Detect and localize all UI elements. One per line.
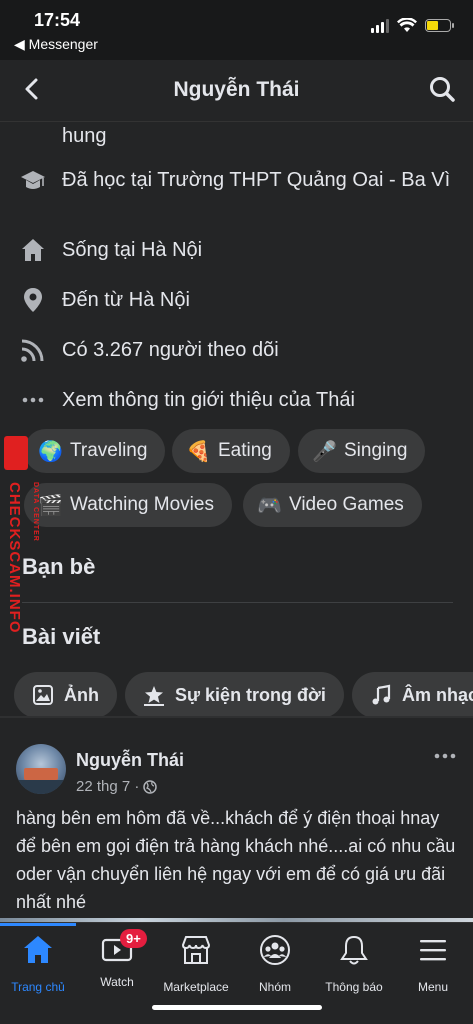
tab-label: Nhóm	[258, 980, 291, 994]
tab-menu[interactable]: Menu	[388, 933, 473, 1003]
active-tab-indicator	[0, 923, 76, 926]
hobby-label: Video Games	[289, 494, 404, 515]
home-icon	[22, 239, 44, 261]
filter-music-button[interactable]: Âm nhạc	[352, 672, 473, 718]
post-meta: 22 thg 7 ·	[76, 778, 158, 795]
section-divider	[22, 602, 453, 603]
watch-notification-badge: 9+	[120, 929, 147, 948]
hobby-chip-eating[interactable]: 🍕 Eating	[172, 429, 290, 473]
filter-photos-button[interactable]: Ảnh	[14, 672, 117, 718]
friends-section-title[interactable]: Bạn bè	[22, 554, 95, 580]
tab-watch[interactable]: 9+ Watch	[72, 929, 162, 1003]
movie-camera-icon: 🎬	[38, 494, 63, 517]
tab-groups[interactable]: Nhóm	[230, 933, 320, 1003]
graduation-cap-icon	[21, 171, 45, 189]
tab-label: Trang chủ	[11, 980, 65, 994]
hobby-label: Traveling	[70, 440, 148, 461]
intro-from-text: Đến từ Hà Nội	[62, 286, 453, 314]
intro-followers-text: Có 3.267 người theo dõi	[62, 339, 279, 361]
location-pin-icon	[24, 288, 42, 312]
wifi-icon	[397, 18, 417, 32]
watermark: CHECKSCAM.INFO DATA CENTER	[2, 436, 39, 666]
hobby-label: Singing	[344, 440, 408, 461]
education-place[interactable]: Trường THPT Quảng Oai - Ba Vì	[157, 169, 450, 191]
from-place[interactable]: Hà Nội	[129, 289, 190, 311]
tab-label: Menu	[417, 980, 449, 994]
marketplace-store-icon	[181, 936, 211, 964]
page-title: Nguyễn Thái	[173, 78, 300, 101]
tab-home[interactable]: Trang chủ	[0, 933, 83, 1003]
lock-icon	[4, 436, 28, 470]
home-icon	[24, 936, 52, 963]
hobby-label: Watching Movies	[70, 494, 214, 515]
post-date[interactable]: 22 thg 7 ·	[76, 778, 139, 795]
groups-icon	[260, 935, 290, 965]
battery-icon	[425, 19, 454, 32]
menu-icon	[420, 940, 446, 961]
see-about-text[interactable]: Xem thông tin giới thiệu của Thái	[62, 386, 453, 414]
education-prefix: Đã học tại	[62, 169, 158, 191]
status-time: 17:54	[34, 10, 81, 30]
intro-education-text: Đã học tại Trường THPT Quảng Oai - Ba Vì	[62, 166, 453, 194]
cellular-signal-icon	[371, 18, 389, 33]
intro-lives-text: Sống tại Hà Nội	[62, 236, 453, 264]
tab-label: Marketplace	[163, 980, 229, 994]
lives-prefix: Sống tại	[62, 239, 141, 261]
tab-label: Watch	[100, 975, 134, 989]
bell-icon	[340, 935, 368, 965]
photo-icon	[33, 685, 53, 705]
hobby-chip-traveling[interactable]: 🌍 Traveling	[24, 429, 166, 473]
globe-icon: 🌍	[38, 440, 63, 463]
game-controller-icon: 🎮	[257, 494, 282, 517]
lives-place[interactable]: Hà Nội	[141, 239, 202, 261]
filter-label: Sự kiện trong đời	[175, 684, 326, 705]
profile-header: Nguyễn Thái	[0, 60, 473, 122]
filter-label: Ảnh	[64, 684, 99, 705]
posts-section-title: Bài viết	[22, 624, 101, 649]
status-bar: 17:54 ◀ Messenger	[0, 0, 473, 60]
more-dots-icon	[22, 397, 44, 403]
tab-marketplace[interactable]: Marketplace	[151, 933, 241, 1003]
globe-public-icon	[143, 779, 158, 794]
status-icons	[371, 18, 454, 33]
hobby-chip-video-games[interactable]: 🎮 Video Games	[243, 483, 422, 527]
post-author-name[interactable]: Nguyễn Thái	[76, 750, 184, 771]
tab-label: Thông báo	[325, 980, 383, 994]
intro-partial-text: hung	[62, 125, 107, 147]
watermark-subtext: DATA CENTER	[32, 482, 39, 542]
search-icon[interactable]	[427, 74, 457, 104]
profile-content: hung Đã học tại Trường THPT Quảng Oai - …	[0, 122, 473, 922]
hobby-label: Eating	[218, 440, 272, 461]
home-indicator	[152, 1005, 322, 1010]
pizza-icon: 🍕	[186, 440, 211, 463]
watermark-text: CHECKSCAM.INFO	[6, 482, 23, 634]
hobby-chip-singing[interactable]: 🎤 Singing	[298, 429, 426, 473]
post-more-options-icon[interactable]	[431, 746, 459, 766]
filter-life-events-button[interactable]: Sự kiện trong đời	[125, 672, 344, 718]
tab-notifications[interactable]: Thông báo	[309, 933, 399, 1003]
from-prefix: Đến từ	[62, 289, 129, 311]
hobby-chip-watching-movies[interactable]: 🎬 Watching Movies	[24, 483, 232, 527]
filter-label: Âm nhạc	[402, 684, 473, 705]
rss-followers-icon	[21, 339, 44, 362]
microphone-icon: 🎤	[312, 440, 337, 463]
star-flag-icon	[144, 686, 164, 706]
post-author-avatar[interactable]	[16, 744, 66, 794]
back-to-app-link[interactable]: ◀ Messenger	[14, 36, 98, 53]
post-body-text: hàng bên em hôm đã về...khách để ý điện …	[16, 808, 456, 912]
post-separator	[0, 716, 473, 718]
music-note-icon	[372, 684, 391, 705]
